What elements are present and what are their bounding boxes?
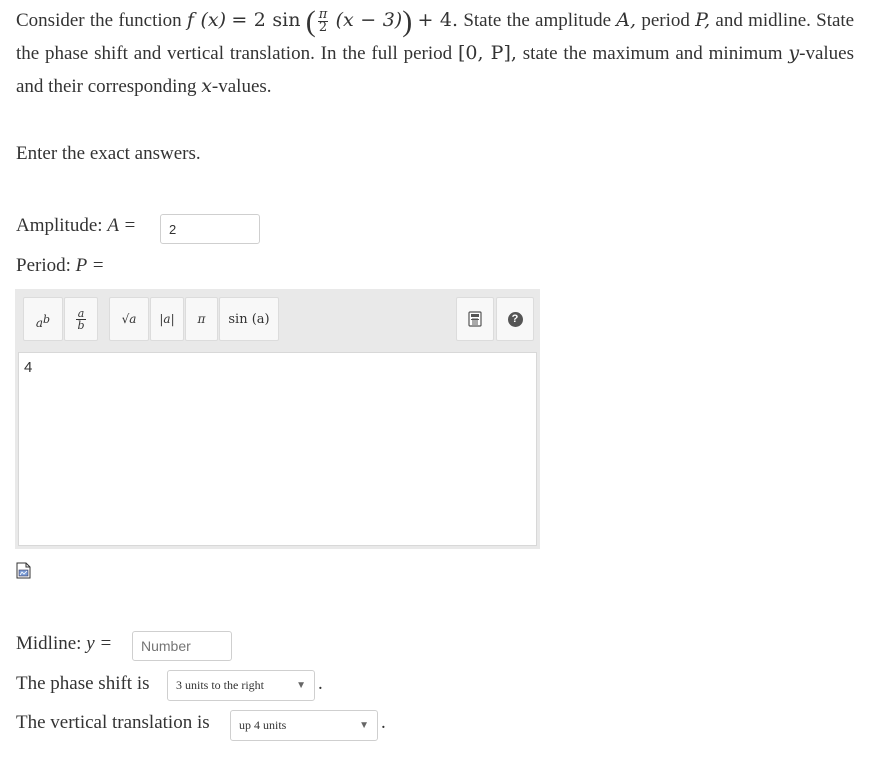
period-answer-value: 4 — [24, 359, 33, 376]
vertical-translation-period: . — [381, 712, 386, 733]
pi-button[interactable]: π — [185, 297, 218, 341]
fraction-button[interactable]: a b — [64, 297, 98, 341]
chevron-down-icon: ▼ — [359, 720, 369, 731]
calculator-icon — [468, 311, 482, 327]
amplitude-label: Amplitude: A = — [16, 215, 137, 236]
pi-over-2-fraction: π2 — [317, 7, 329, 36]
abs-button[interactable]: |a| — [150, 297, 184, 341]
math-editor: ab a b √a |a| π sin (a) ? 4 — [15, 289, 540, 549]
vertical-translation-select[interactable]: up 4 units ▼ — [230, 710, 378, 741]
midline-label: Midline: y = — [16, 633, 113, 654]
chevron-down-icon: ▼ — [296, 680, 306, 691]
math-preview-icon[interactable] — [16, 561, 31, 584]
calculator-button[interactable] — [456, 297, 494, 341]
period-answer-area[interactable]: 4 — [18, 352, 537, 546]
sqrt-button[interactable]: √a — [109, 297, 149, 341]
help-button[interactable]: ? — [496, 297, 534, 341]
phase-shift-label: The phase shift is — [16, 673, 150, 694]
midline-input[interactable] — [132, 631, 232, 661]
power-button[interactable]: ab — [23, 297, 63, 341]
instructions: Enter the exact answers. — [16, 143, 201, 164]
period-label: Period: P = — [16, 255, 105, 276]
sin-button[interactable]: sin (a) — [219, 297, 279, 341]
phase-shift-period: . — [318, 673, 323, 694]
help-icon: ? — [507, 311, 523, 327]
question-text: Consider the function f (x) = 2 sin (π 2 … — [16, 5, 855, 98]
math-toolbar: ab a b √a |a| π sin (a) ? — [15, 289, 540, 351]
amplitude-input[interactable]: 2 — [160, 214, 260, 244]
phase-shift-select[interactable]: 3 units to the right ▼ — [167, 670, 315, 701]
vertical-translation-label: The vertical translation is — [16, 712, 210, 733]
